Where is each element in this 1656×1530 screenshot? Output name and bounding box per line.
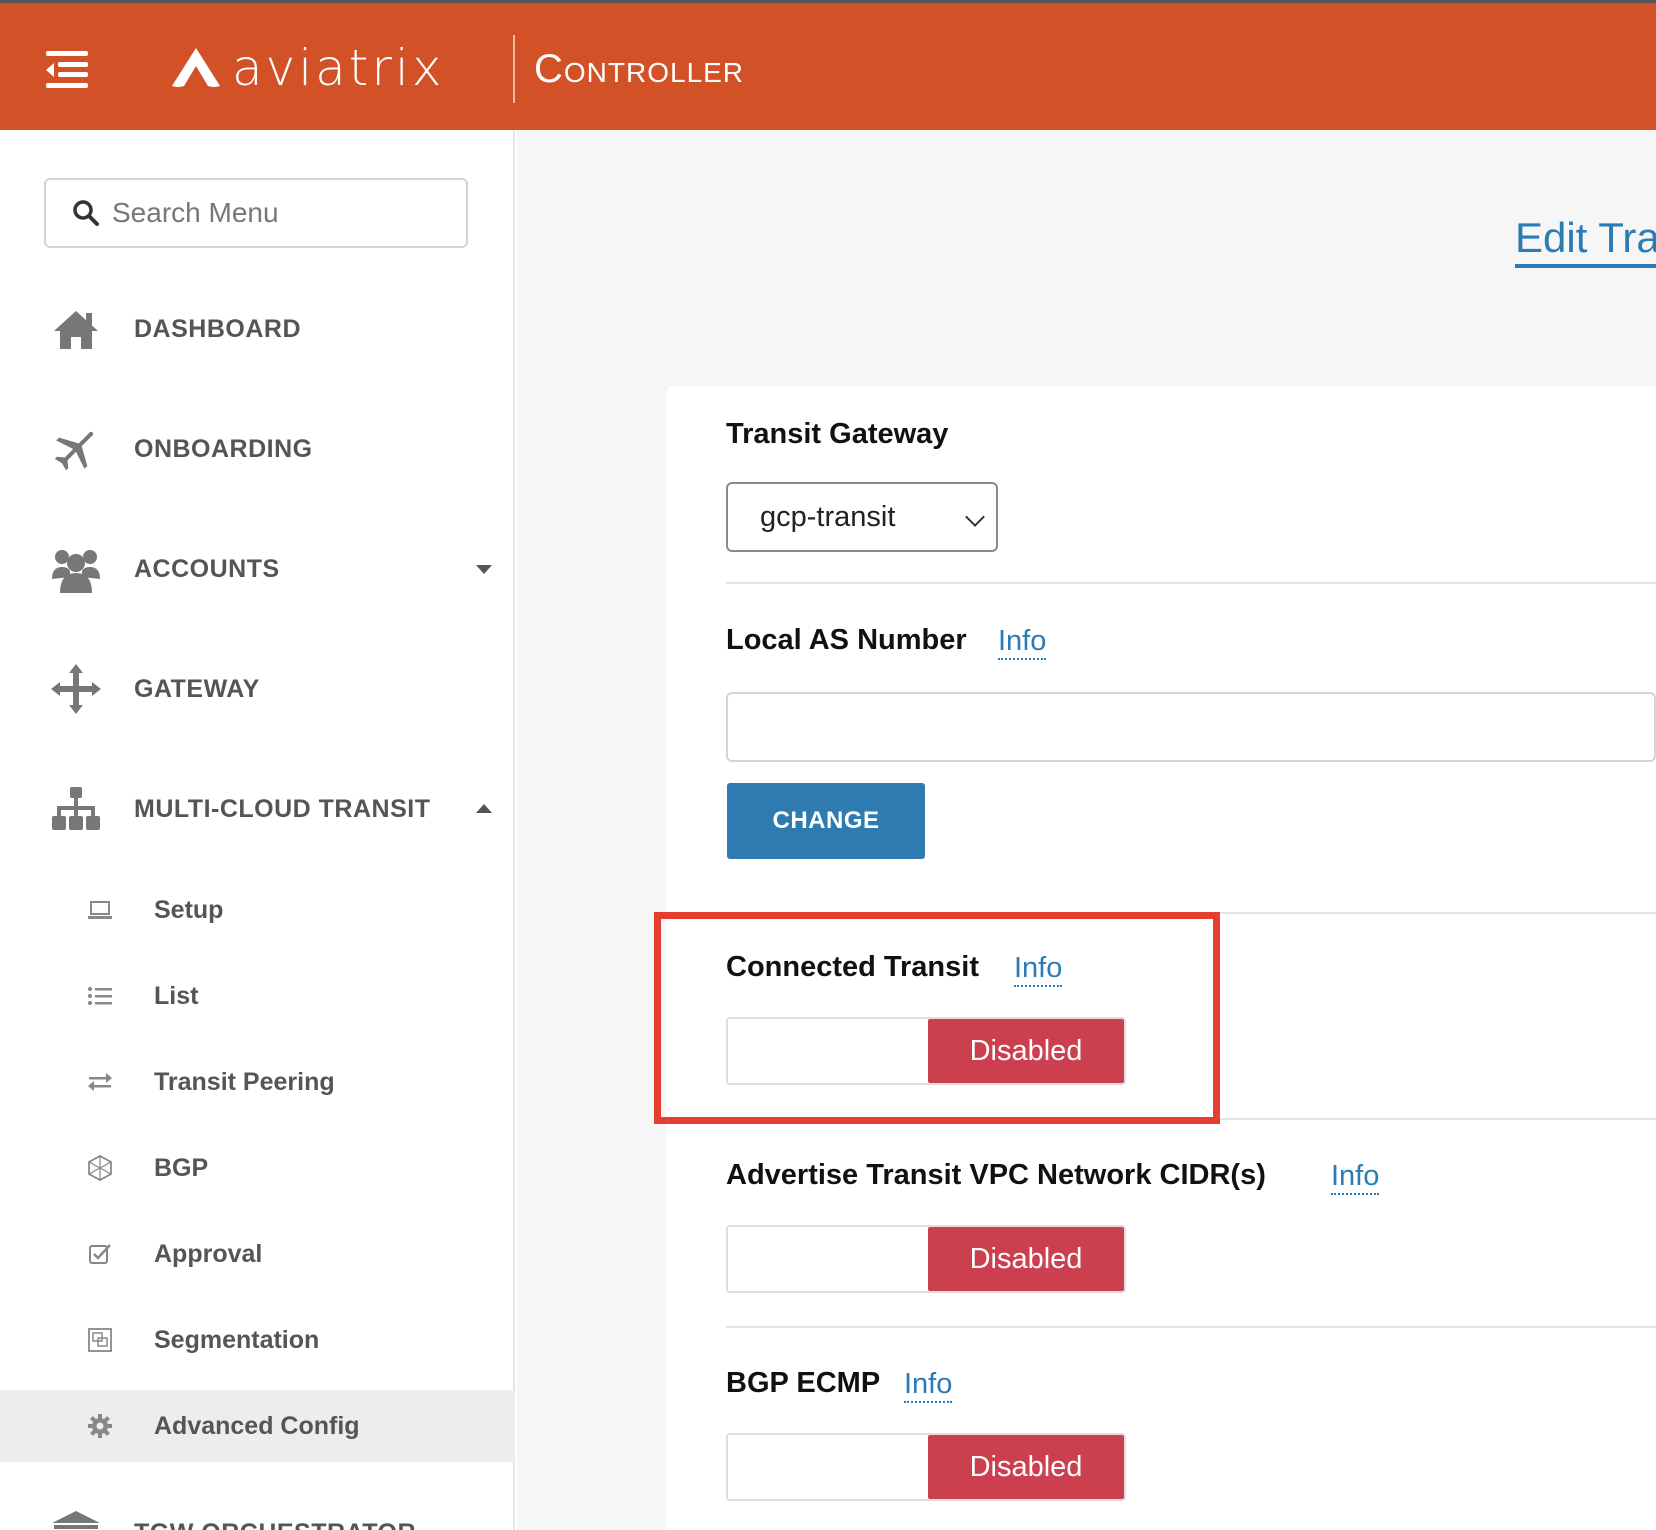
- sidebar-subitem-label: Segmentation: [154, 1325, 320, 1354]
- airplane-icon: [54, 431, 94, 471]
- search-input[interactable]: [112, 197, 452, 229]
- hamburger-icon[interactable]: [46, 51, 88, 88]
- product-name: Controller: [534, 47, 745, 91]
- bgp-icon: [88, 1154, 112, 1182]
- main-content: Edit Tra Transit Gateway gcp-transit Loc…: [517, 130, 1656, 1530]
- local-as-label: Local AS Number: [726, 624, 967, 656]
- bgp-ecmp-label: BGP ECMP: [726, 1367, 881, 1399]
- list-icon: [88, 987, 112, 1005]
- sidebar-subitem-label: Transit Peering: [154, 1067, 335, 1096]
- sidebar-subitem-segmentation[interactable]: Segmentation: [0, 1304, 515, 1376]
- change-button[interactable]: CHANGE: [727, 783, 925, 859]
- sidebar-subitem-label: BGP: [154, 1153, 209, 1182]
- sidebar-subitem-bgp[interactable]: BGP: [0, 1132, 515, 1204]
- local-as-info-link[interactable]: Info: [998, 624, 1047, 660]
- advertise-cidr-info-link[interactable]: Info: [1331, 1159, 1380, 1195]
- sidebar-subitem-list[interactable]: List: [0, 960, 515, 1032]
- section-divider: [726, 1326, 1656, 1328]
- advertise-cidr-label: Advertise Transit VPC Network CIDR(s): [726, 1159, 1266, 1191]
- bgp-ecmp-info-link[interactable]: Info: [904, 1367, 953, 1403]
- transit-gateway-select[interactable]: gcp-transit: [726, 482, 998, 552]
- page-title[interactable]: Edit Tra: [1515, 214, 1656, 262]
- sidebar-item-tgw-orchestrator[interactable]: TGW ORCHESTRATOR: [0, 1498, 515, 1530]
- laptop-icon: [88, 901, 112, 919]
- sidebar-subitem-transit-peering[interactable]: Transit Peering: [0, 1046, 515, 1118]
- transit-gateway-label: Transit Gateway: [726, 418, 949, 450]
- brand-logo[interactable]: aviatrix: [170, 33, 444, 103]
- segmentation-icon: [88, 1328, 112, 1352]
- toggle-state-disabled[interactable]: Disabled: [928, 1227, 1124, 1291]
- transit-gateway-selected-value: gcp-transit: [760, 500, 896, 533]
- sidebar-item-label: DASHBOARD: [134, 314, 301, 343]
- sidebar-subitem-label: Approval: [154, 1239, 263, 1268]
- sidebar: DASHBOARD ONBOARDING ACCOUNTS: [0, 130, 515, 1530]
- sidebar-item-gateway[interactable]: GATEWAY: [0, 654, 515, 724]
- top-navbar: aviatrix Controller: [0, 0, 1656, 130]
- sitemap-icon: [52, 787, 100, 830]
- sidebar-subitem-approval[interactable]: Approval: [0, 1218, 515, 1290]
- section-divider: [726, 582, 1656, 584]
- advertise-cidr-toggle[interactable]: Disabled: [726, 1225, 1126, 1293]
- sidebar-item-label: ACCOUNTS: [134, 554, 280, 583]
- sidebar-subitem-advanced-config[interactable]: Advanced Config: [0, 1390, 515, 1462]
- sidebar-item-label: MULTI-CLOUD TRANSIT: [134, 794, 431, 823]
- chevron-down-icon: [965, 507, 985, 527]
- chevron-up-icon: [476, 804, 492, 813]
- toggle-state-disabled[interactable]: Disabled: [928, 1435, 1124, 1499]
- brand-name: aviatrix: [232, 39, 445, 97]
- sidebar-item-label: TGW ORCHESTRATOR: [134, 1519, 416, 1530]
- highlight-box: [654, 912, 1220, 1124]
- sidebar-item-accounts[interactable]: ACCOUNTS: [0, 534, 515, 604]
- sidebar-subitem-label: List: [154, 981, 199, 1010]
- sidebar-item-multi-cloud-transit[interactable]: MULTI-CLOUD TRANSIT: [0, 774, 515, 844]
- sidebar-item-onboarding[interactable]: ONBOARDING: [0, 414, 515, 484]
- bgp-ecmp-toggle[interactable]: Disabled: [726, 1433, 1126, 1501]
- aviatrix-logo-icon: [172, 48, 220, 87]
- arrows-icon: [51, 664, 101, 714]
- sidebar-subitem-label: Advanced Config: [154, 1411, 360, 1440]
- bank-icon: [52, 1511, 100, 1529]
- sidebar-item-label: GATEWAY: [134, 674, 260, 703]
- tab-underline: [1515, 264, 1656, 268]
- users-icon: [52, 550, 100, 593]
- exchange-icon: [88, 1073, 112, 1091]
- home-icon: [54, 311, 98, 349]
- logo-divider: [513, 35, 515, 103]
- sidebar-item-dashboard[interactable]: DASHBOARD: [0, 294, 515, 364]
- sidebar-item-label: ONBOARDING: [134, 434, 313, 463]
- sidebar-subitem-label: Setup: [154, 895, 224, 924]
- chevron-down-icon: [476, 565, 492, 574]
- search-icon: [73, 200, 99, 226]
- gear-icon: [88, 1414, 112, 1438]
- local-as-input[interactable]: [726, 692, 1656, 762]
- sidebar-subitem-setup[interactable]: Setup: [0, 874, 515, 946]
- search-box[interactable]: [44, 178, 468, 248]
- check-square-icon: [89, 1244, 111, 1264]
